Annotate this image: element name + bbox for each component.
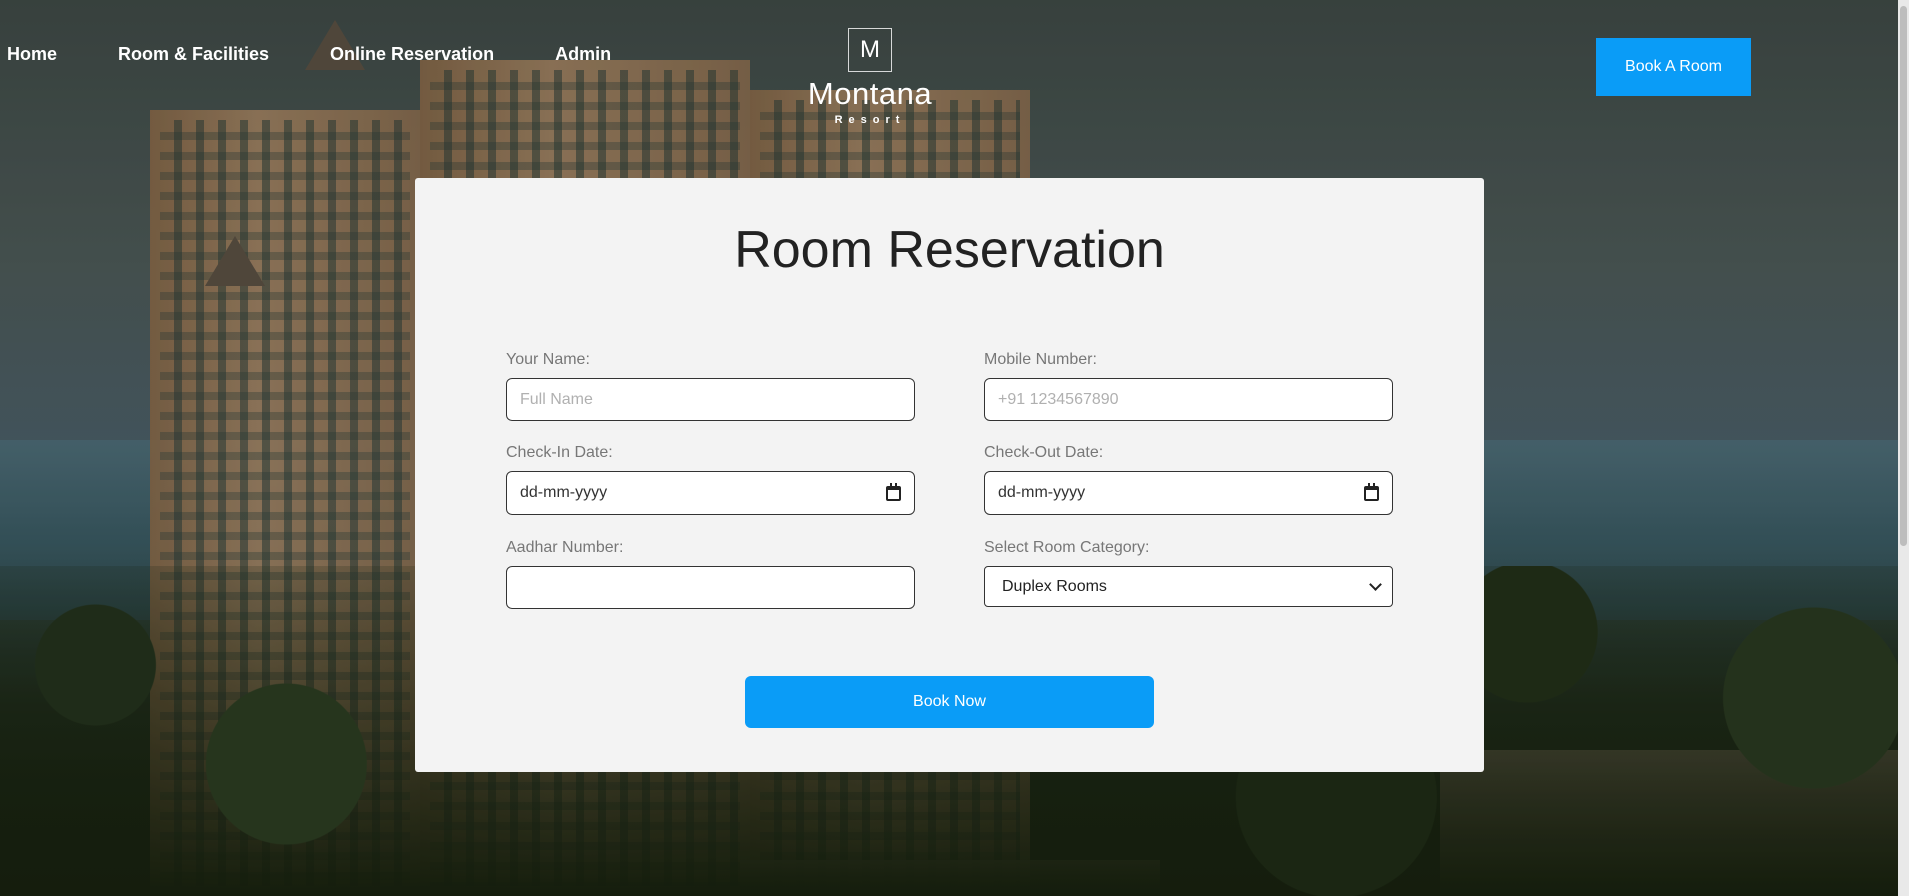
checkout-date-value: dd-mm-yyyy xyxy=(998,484,1086,501)
nav-home[interactable]: Home xyxy=(7,44,57,65)
checkout-date-input[interactable]: dd-mm-yyyy xyxy=(984,471,1393,515)
aadhar-label: Aadhar Number: xyxy=(506,539,624,556)
nav-room-facilities[interactable]: Room & Facilities xyxy=(118,44,269,65)
checkin-label: Check-In Date: xyxy=(506,444,613,461)
name-input[interactable] xyxy=(506,378,915,421)
room-category-label: Select Room Category: xyxy=(984,539,1150,556)
calendar-icon[interactable] xyxy=(1364,482,1379,501)
logo[interactable]: M Montana Resort xyxy=(795,28,945,126)
room-category-selected: Duplex Rooms xyxy=(1002,577,1107,595)
logo-subtitle: Resort xyxy=(834,114,906,126)
room-category-select[interactable]: Duplex Rooms xyxy=(984,566,1393,607)
checkin-date-input[interactable]: dd-mm-yyyy xyxy=(506,471,915,515)
page-title: Room Reservation xyxy=(734,221,1165,279)
mobile-input[interactable] xyxy=(984,378,1393,421)
book-a-room-button[interactable]: Book A Room xyxy=(1596,38,1751,96)
page: Home Room & Facilities Online Reservatio… xyxy=(0,0,1909,896)
mobile-label: Mobile Number: xyxy=(984,351,1097,368)
nav-admin[interactable]: Admin xyxy=(555,44,611,65)
calendar-icon[interactable] xyxy=(886,482,901,501)
scrollbar-thumb[interactable] xyxy=(1900,6,1907,546)
checkin-date-value: dd-mm-yyyy xyxy=(520,484,608,501)
book-now-button[interactable]: Book Now xyxy=(745,676,1154,728)
logo-mark: M xyxy=(848,28,892,72)
checkout-field-group: Check-Out Date: dd-mm-yyyy xyxy=(984,444,1393,515)
main-nav: Home Room & Facilities Online Reservatio… xyxy=(7,44,672,65)
mobile-field-group: Mobile Number: xyxy=(984,351,1393,421)
nav-online-reservation[interactable]: Online Reservation xyxy=(330,44,494,65)
chevron-down-icon xyxy=(1369,578,1382,591)
logo-name: Montana xyxy=(807,76,933,111)
name-label: Your Name: xyxy=(506,351,590,368)
aadhar-field-group: Aadhar Number: xyxy=(506,539,915,609)
reservation-card: Room Reservation Your Name: Mobile Numbe… xyxy=(415,178,1484,772)
name-field-group: Your Name: xyxy=(506,351,915,421)
aadhar-input[interactable] xyxy=(506,566,915,609)
checkin-field-group: Check-In Date: dd-mm-yyyy xyxy=(506,444,915,515)
room-category-field-group: Select Room Category: Duplex Rooms xyxy=(984,539,1393,607)
page-scrollbar[interactable] xyxy=(1898,0,1909,896)
checkout-label: Check-Out Date: xyxy=(984,444,1104,461)
